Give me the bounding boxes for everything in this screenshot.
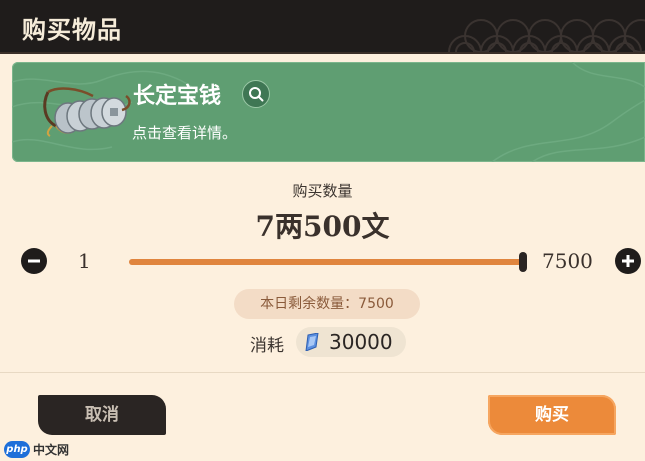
quantity-slider[interactable] [129, 252, 527, 272]
cancel-button[interactable]: 取消 [38, 395, 166, 435]
buy-button[interactable]: 购买 [488, 395, 616, 435]
dialog-header: 购买物品 [0, 0, 645, 52]
cost-value: 30000 [329, 330, 393, 354]
slider-min-value: 1 [78, 249, 91, 273]
slider-fill [129, 259, 523, 265]
cost-display: 30000 [296, 327, 406, 357]
slider-max-value: 7500 [542, 249, 593, 273]
coin-string-icon [43, 87, 131, 137]
item-card[interactable]: 长定宝钱 点击查看详情。 [12, 62, 645, 162]
slider-thumb[interactable] [519, 252, 527, 272]
header-pattern-decoration [448, 19, 645, 52]
header-divider [0, 52, 645, 54]
item-name: 长定宝钱 [133, 83, 222, 109]
dialog-title: 购买物品 [22, 15, 122, 44]
quantity-label: 购买数量 [292, 182, 353, 200]
currency-crystal-icon [305, 333, 319, 351]
watermark-text: 中文网 [33, 442, 70, 457]
cost-label: 消耗 [250, 336, 284, 356]
watermark: php 中文网 [4, 440, 69, 458]
plus-icon [622, 255, 634, 267]
minus-icon [28, 259, 40, 263]
item-detail-search-button[interactable] [242, 80, 270, 108]
search-icon [249, 87, 264, 102]
increase-button[interactable] [615, 248, 641, 274]
watermark-logo: php [4, 440, 30, 458]
decrease-button[interactable] [21, 248, 47, 274]
remaining-quantity-badge: 本日剩余数量：7500 [234, 289, 420, 319]
footer-divider [0, 372, 645, 373]
price-text: 7两500文 [255, 210, 390, 243]
item-description: 点击查看详情。 [132, 124, 238, 142]
